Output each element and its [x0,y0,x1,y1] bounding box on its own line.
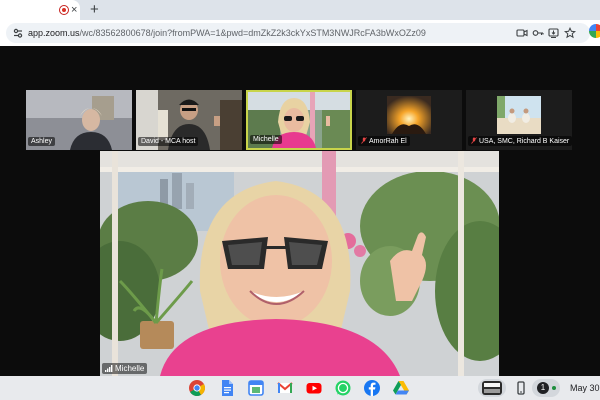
bookmark-star-icon[interactable] [564,27,576,39]
avatar [482,381,502,395]
calendar-icon[interactable] [247,379,265,397]
browser-tab[interactable]: × [0,0,80,20]
status-dot-icon [552,386,556,390]
participant-name: Ashley [28,137,56,146]
recording-icon [59,5,69,15]
participant-tile-richard[interactable]: USA, SMC, Richard B Kaiser [466,90,572,150]
user-avatar-pill[interactable] [478,379,506,397]
main-speaker-video[interactable]: Michelle [100,151,499,376]
google-extension-icon[interactable] [589,24,600,38]
youtube-icon[interactable] [305,379,323,397]
participant-name: David - MCA host [138,137,199,146]
participant-name: AmorRah El [358,136,410,146]
address-bar[interactable]: app.zoom.us/wc/83562800678/join?fromPWA=… [6,23,590,43]
os-shelf: 1 May 30 [0,376,600,400]
participant-name-text: USA, SMC, Richard B Kaiser [479,138,570,145]
participant-name-text: AmorRah El [369,138,407,145]
chrome-icon[interactable] [188,379,206,397]
url-path: /wc/83562800678/join?fromPWA=1&pwd=dmZkZ… [79,28,426,38]
participant-tile-amorrah[interactable]: AmorRah El [356,90,462,150]
shelf-date[interactable]: May 30 [570,380,600,396]
phone-hub-icon[interactable] [512,379,530,397]
tab-strip: × + [0,0,600,20]
zoom-meeting-area: Ashley David - MCA host Michelle AmorRah… [0,64,600,376]
gmail-icon[interactable] [276,379,294,397]
participant-name: USA, SMC, Richard B Kaiser [468,136,572,146]
notification-pill[interactable]: 1 [532,379,560,397]
drive-icon[interactable] [392,379,410,397]
participant-name: Michelle [250,135,282,144]
url-host: app.zoom.us [28,28,80,38]
whatsapp-icon[interactable] [334,379,352,397]
browser-toolbar: app.zoom.us/wc/83562800678/join?fromPWA=… [0,20,600,46]
password-key-icon[interactable] [532,27,544,39]
muted-mic-icon [471,137,477,144]
participant-tile-ashley[interactable]: Ashley [26,90,132,150]
facebook-icon[interactable] [363,379,381,397]
participant-tile-michelle[interactable]: Michelle [246,90,352,150]
speaker-scene [100,151,499,376]
participant-tile-david[interactable]: David - MCA host [136,90,242,150]
install-app-icon[interactable] [548,27,560,39]
camera-icon[interactable] [516,27,528,39]
docs-icon[interactable] [218,379,236,397]
speaker-name: Michelle [115,364,145,373]
notification-count: 1 [537,382,549,394]
muted-mic-icon [361,137,367,144]
speaker-name-label: Michelle [102,363,148,374]
new-tab-button[interactable]: + [90,1,99,19]
signal-strength-icon [105,365,113,372]
tab-close-button[interactable]: × [71,3,77,17]
url-text[interactable]: app.zoom.us/wc/83562800678/join?fromPWA=… [28,26,426,40]
site-info-icon[interactable] [12,27,24,39]
